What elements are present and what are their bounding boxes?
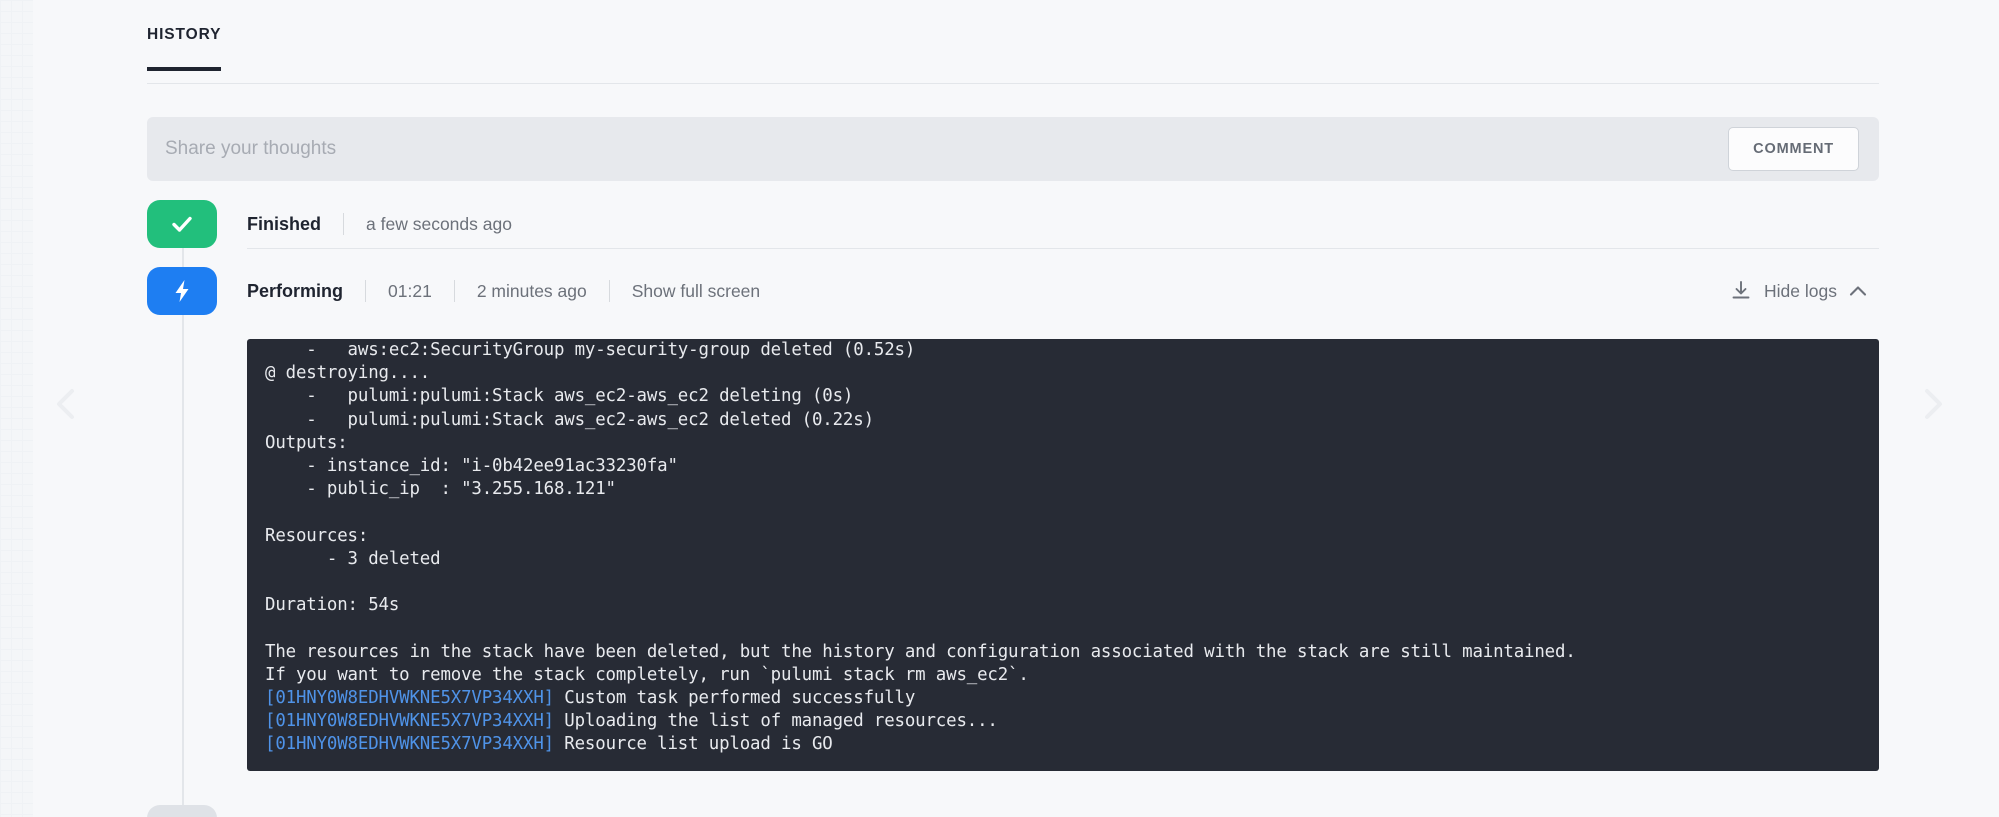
log-line: - public_ip : "3.255.168.121" [265,478,1861,501]
log-line-text: @ destroying.... [265,363,431,384]
log-line: Resources: [265,525,1861,548]
log-line: Outputs: [265,432,1861,455]
timeline-item-finished: Finished a few seconds ago [147,200,1879,249]
timeline-item-next-placeholder [147,805,217,817]
log-line: - aws:ec2:SecurityGroup my-security-grou… [265,339,1861,362]
status-label-performing: Performing [247,280,344,301]
download-icon[interactable] [1730,280,1752,302]
timeline-header-performing: Performing 01:21 2 minutes ago Show full… [247,267,1879,315]
comment-composer: COMMENT [147,117,1879,181]
comment-submit-button[interactable]: COMMENT [1728,127,1859,171]
history-page: HISTORY COMMENT Finished [0,0,1999,817]
divider [343,213,345,235]
hide-logs-label: Hide logs [1764,280,1837,301]
prev-arrow-button[interactable] [48,387,82,421]
log-line-text: - instance_id: "i-0b42ee91ac33230fa" [306,456,678,477]
log-line-text: - public_ip : "3.255.168.121" [306,479,616,500]
next-arrow-button[interactable] [1917,387,1951,421]
log-line-text: - pulumi:pulumi:Stack aws_ec2-aws_ec2 de… [306,409,874,430]
log-line-text: Resources: [265,525,369,546]
activity-timeline: Finished a few seconds ago Performing 01… [147,200,1879,817]
log-line: Duration: 54s [265,594,1861,617]
status-badge-finished [147,200,217,248]
log-line-text: - aws:ec2:SecurityGroup my-security-grou… [306,340,916,360]
status-badge-performing [147,267,217,315]
log-line: - 3 deleted [265,548,1861,571]
check-icon [169,211,195,237]
log-line-text: The resources in the stack have been del… [265,641,1576,662]
log-line-text: Duration: 54s [265,595,400,616]
duration-performing: 01:21 [388,280,432,301]
log-line-text: - pulumi:pulumi:Stack aws_ec2-aws_ec2 de… [306,386,854,407]
comment-input[interactable] [165,129,1729,169]
left-edge-texture [0,0,33,817]
log-line: @ destroying.... [265,362,1861,385]
timeline-header-finished: Finished a few seconds ago [247,200,1879,248]
log-line: [01HNY0W8EDHVWKNE5X7VP34XXH] Custom task… [265,687,1861,710]
log-line: - pulumi:pulumi:Stack aws_ec2-aws_ec2 de… [265,409,1861,432]
log-line-text: Resource list upload is GO [564,734,833,755]
content-column: HISTORY COMMENT Finished [147,0,1879,817]
tab-history[interactable]: HISTORY [147,26,222,71]
timeline-item-performing: Performing 01:21 2 minutes ago Show full… [147,267,1879,771]
tab-history-label: HISTORY [147,26,222,43]
divider [608,280,610,302]
log-terminal[interactable]: - aws:ec2:SecurityGroup my-security-grou… [247,339,1879,771]
log-line-text: - 3 deleted [326,548,441,569]
log-line: [01HNY0W8EDHVWKNE5X7VP34XXH] Resource li… [265,733,1861,756]
timestamp-finished: a few seconds ago [366,213,512,234]
log-line: - pulumi:pulumi:Stack aws_ec2-aws_ec2 de… [265,385,1861,408]
timeline-item-separator [247,248,1879,249]
log-line-id: [01HNY0W8EDHVWKNE5X7VP34XXH] [265,711,554,732]
log-line-text: Uploading the list of managed resources.… [564,711,998,732]
divider [365,280,367,302]
log-line-text: If you want to remove the stack complete… [265,664,1029,685]
log-line-text: Outputs: [265,432,348,453]
chevron-up-icon[interactable] [1849,285,1867,297]
log-line: The resources in the stack have been del… [265,641,1861,664]
show-full-screen-button[interactable]: Show full screen [632,281,760,302]
tab-active-underline [147,67,222,71]
log-line-text: Custom task performed successfully [564,688,916,709]
divider [453,280,455,302]
log-line-id: [01HNY0W8EDHVWKNE5X7VP34XXH] [265,734,554,755]
log-line: If you want to remove the stack complete… [265,664,1861,687]
log-output: - aws:ec2:SecurityGroup my-security-grou… [247,339,1879,757]
timestamp-performing: 2 minutes ago [476,280,587,301]
hide-logs-button[interactable]: Hide logs [1730,280,1879,302]
log-line: [01HNY0W8EDHVWKNE5X7VP34XXH] Uploading t… [265,710,1861,733]
log-line: - instance_id: "i-0b42ee91ac33230fa" [265,455,1861,478]
log-line-id: [01HNY0W8EDHVWKNE5X7VP34XXH] [265,688,554,709]
tab-bar: HISTORY [147,0,1879,84]
status-label-finished: Finished [247,213,322,234]
lightning-bolt-icon [170,278,194,304]
